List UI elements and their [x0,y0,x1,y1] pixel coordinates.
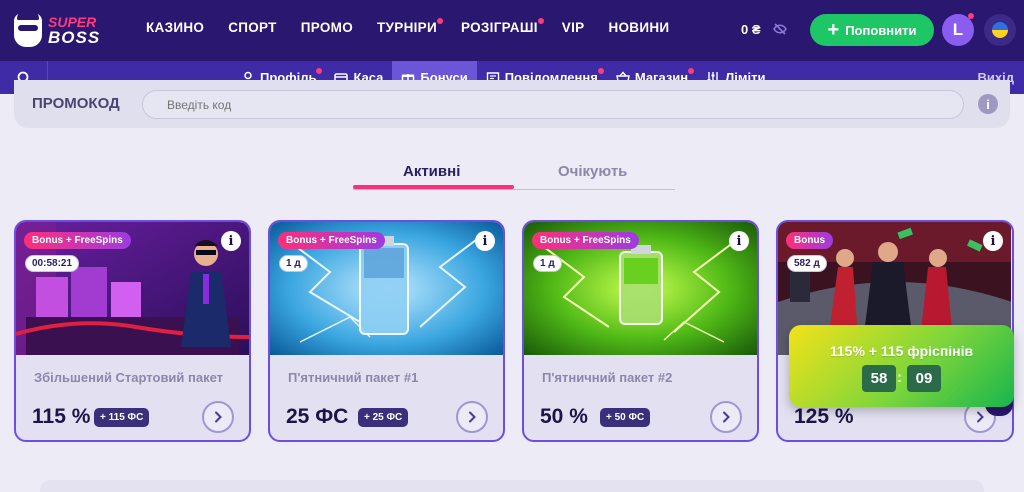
bonus-card-image: Bonus + FreeSpins 1 д i [270,222,503,355]
language-selector[interactable] [984,14,1016,46]
freespins-badge: + 115 ФС [94,408,150,427]
bonus-card[interactable]: Bonus + FreeSpins 00:58:21 i Збільшений … [14,220,251,442]
bonus-card-image: Bonus + FreeSpins 1 д i [524,222,757,355]
bonus-card-title: П'ятничний пакет #2 [542,370,673,385]
tab-pending-bonuses[interactable]: Очікують [558,163,627,180]
chevron-right-icon [723,411,730,423]
info-icon[interactable]: i [221,231,241,251]
bonus-card-title: Збільшений Стартовий пакет [34,370,224,385]
bonus-status-tabs: Активні Очікують [353,160,675,190]
deposit-button[interactable]: + Поповнити [810,14,934,46]
bonus-card-value: 115 % [32,405,91,428]
avatar[interactable]: L [942,13,974,46]
bonus-type-badge: Bonus + FreeSpins [532,232,639,249]
deposit-label: Поповнити [845,22,917,38]
tab-active-bonuses[interactable]: Активні [403,163,460,180]
bonus-type-badge: Bonus + FreeSpins [24,232,131,249]
time-left-badge: 00:58:21 [25,255,80,272]
nav-promo[interactable]: ПРОМО [301,20,353,35]
open-bonus-button[interactable] [456,401,488,433]
nav-vip[interactable]: VIP [562,20,585,35]
nav-casino[interactable]: КАЗИНО [146,20,204,35]
bonus-type-badge: Bonus + FreeSpins [278,232,385,249]
promo-code-input[interactable] [142,90,964,119]
top-bar: SUPER BOSS КАЗИНО СПОРТ ПРОМО ТУРНІРИ РО… [0,0,1024,61]
info-icon[interactable]: i [475,231,495,251]
notification-dot [597,68,604,74]
nav-news[interactable]: НОВИНИ [608,20,669,35]
info-icon[interactable]: i [729,231,749,251]
time-left-badge: 1 д [279,255,308,272]
timer-seconds: 09 [907,365,941,392]
bonus-card-image: Bonus + FreeSpins 00:58:21 i [16,222,249,355]
nav-giveaways[interactable]: РОЗІГРАШІ [461,18,544,35]
nav-sport[interactable]: СПОРТ [228,20,277,35]
bonus-card-value: 125 % [794,405,854,428]
freespins-badge: + 50 ФС [600,408,651,427]
promo-countdown-popup[interactable]: 115% + 115 фріспінів 58 : 09 [789,325,1014,407]
chevron-right-icon [469,411,476,423]
open-bonus-button[interactable] [710,401,742,433]
nav-tournaments[interactable]: ТУРНІРИ [377,18,443,35]
chevron-right-icon [977,411,984,423]
time-left-badge: 582 д [787,255,827,272]
bottom-panel-edge [40,480,984,492]
bonus-type-badge: Bonus [786,232,834,249]
main-nav: КАЗИНО СПОРТ ПРОМО ТУРНІРИ РОЗІГРАШІ VIP… [146,18,693,35]
hide-balance-icon[interactable] [773,22,787,36]
time-left-badge: 1 д [533,255,562,272]
notification-dot [688,68,695,74]
popup-offer-text: 115% + 115 фріспінів [829,343,974,359]
bonus-card[interactable]: Bonus + FreeSpins 1 д i П'ятничний пакет… [522,220,759,442]
logo[interactable]: SUPER BOSS [14,10,104,50]
notification-dot [968,13,974,19]
freespins-badge: + 25 ФС [358,408,409,427]
bonus-card[interactable]: Bonus + FreeSpins 1 д i П'ятничний пакет… [268,220,505,442]
logo-text-boss: BOSS [48,28,101,47]
logo-mascot-icon [14,10,42,47]
timer-separator: : [897,369,902,386]
notification-dot [537,18,544,24]
chevron-right-icon [215,411,222,423]
bonus-card-value: 50 % [540,405,588,428]
promo-code-label: ПРОМОКОД [32,95,120,112]
timer-minutes: 58 [862,365,896,392]
active-tab-indicator [353,185,514,189]
plus-icon: + [827,19,840,41]
ukraine-flag-icon [992,22,1008,38]
notification-dot [316,68,323,74]
balance-amount: 0 ₴ [741,22,761,37]
open-bonus-button[interactable] [202,401,234,433]
notification-dot [436,18,443,24]
info-icon[interactable]: i [978,94,998,114]
bonus-card-value: 25 ФС [286,405,349,428]
bonus-card-title: П'ятничний пакет #1 [288,370,419,385]
promo-code-panel: ПРОМОКОД i [14,80,1010,128]
info-icon[interactable]: i [983,231,1003,251]
